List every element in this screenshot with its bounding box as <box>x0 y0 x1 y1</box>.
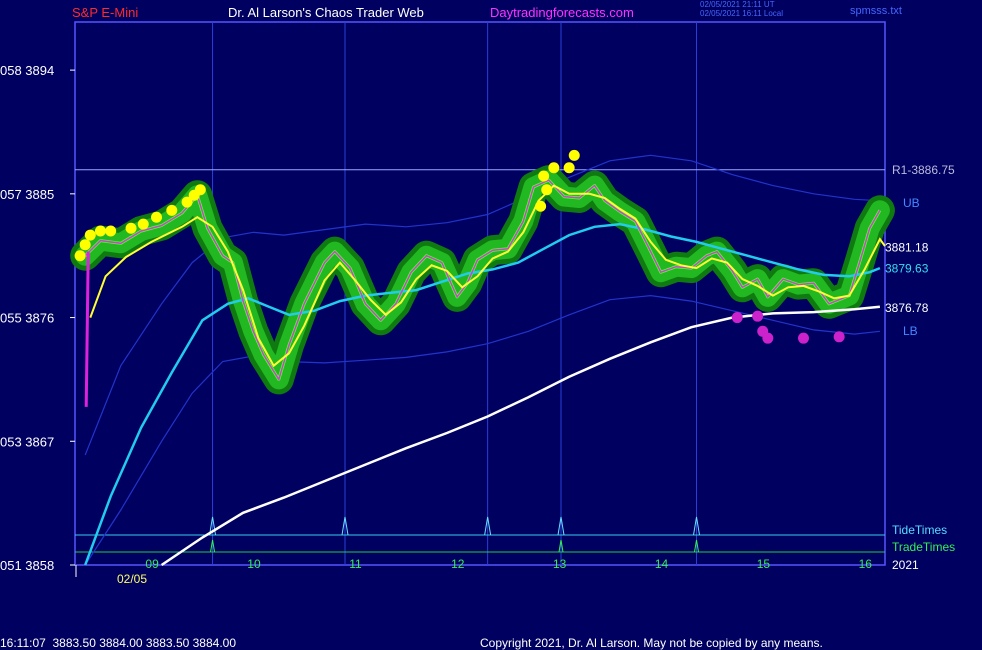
x-tick-label: 15 <box>757 557 771 571</box>
site-link[interactable]: Daytradingforecasts.com <box>490 5 634 20</box>
chart-window: R1-3886.75 TideTimes TradeTimes 058 3894 057… <box>0 0 982 650</box>
copyright: Copyright 2021, Dr. Al Larson. May not b… <box>480 636 823 650</box>
high-dot <box>568 149 580 161</box>
high-dot <box>79 239 91 251</box>
trade-label: TradeTimes <box>892 540 955 554</box>
last-quote: 16:11:07 3883.50 3884.00 3883.50 3884.00 <box>0 636 236 650</box>
right-value-label: 3881.18 <box>885 240 929 254</box>
x-tick-label: 12 <box>451 557 465 571</box>
right-value-label: 3879.63 <box>885 262 929 276</box>
tide-label: TideTimes <box>892 523 947 537</box>
x-tick-label: 14 <box>655 557 669 571</box>
low-dot <box>762 332 774 344</box>
right-value-label: 3876.78 <box>885 301 929 315</box>
high-dot <box>84 229 96 241</box>
date-label: 02/05 <box>117 572 147 586</box>
low-dot <box>797 332 809 344</box>
low-dot <box>752 310 764 322</box>
low-dot <box>833 331 845 343</box>
symbol-label: S&P E-Mini <box>72 5 139 20</box>
high-dot <box>541 184 553 196</box>
high-dot <box>125 222 137 234</box>
timestamp-local: 02/05/2021 16:11 Local <box>700 9 784 18</box>
x-tick-label: 11 <box>349 557 362 571</box>
high-dot <box>105 225 117 237</box>
x-tick-label: 16 <box>859 557 873 571</box>
high-dot <box>563 162 575 174</box>
chart-canvas: R1-3886.75 TideTimes TradeTimes 058 3894 057… <box>0 21 955 586</box>
x-tick-label: 09 <box>145 557 159 571</box>
resistance-label: R1-3886.75 <box>892 163 955 177</box>
data-file-label: spmsss.txt <box>850 5 902 17</box>
chart-title: Dr. Al Larson's Chaos Trader Web <box>228 5 424 20</box>
x-tick-label: 10 <box>247 557 261 571</box>
y-tick-label: 057 3885 <box>0 187 54 202</box>
right-value-label: UB <box>903 196 920 210</box>
x-tick-label: 13 <box>553 557 567 571</box>
high-dot <box>538 170 550 182</box>
y-tick-label: 053 3867 <box>0 434 54 449</box>
y-tick-label: 055 3876 <box>0 311 54 326</box>
right-value-label: LB <box>903 324 918 338</box>
high-dot <box>166 204 178 216</box>
start-marker <box>84 251 90 407</box>
timestamp-ut: 02/05/2021 21:11 UT <box>700 0 775 9</box>
y-tick-label: 058 3894 <box>0 63 54 78</box>
high-dot <box>137 218 149 230</box>
y-tick-label: 051 3858 <box>0 558 54 573</box>
high-dot <box>94 225 106 237</box>
high-dot <box>151 211 163 223</box>
high-dot <box>548 162 560 174</box>
high-dot <box>194 184 206 196</box>
low-dot <box>731 312 743 324</box>
high-dot <box>74 250 86 262</box>
year-label: 2021 <box>892 558 919 572</box>
high-dot <box>535 200 547 212</box>
